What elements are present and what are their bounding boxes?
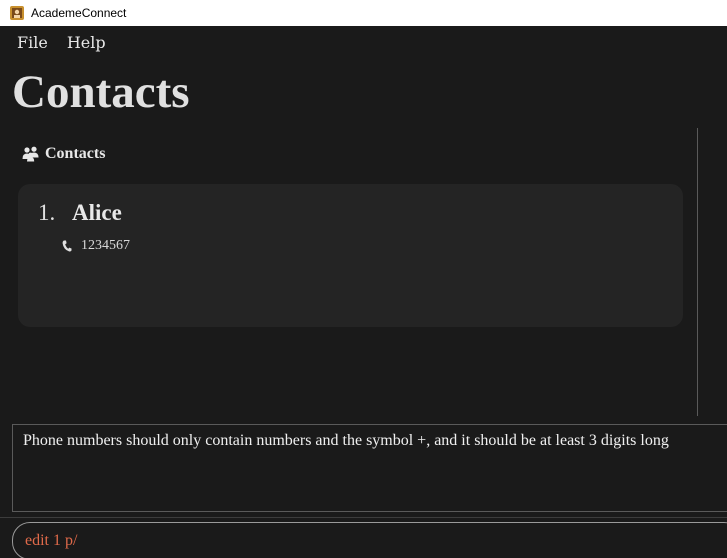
panel-divider [697,128,698,416]
contact-name: Alice [72,200,122,225]
result-display: Phone numbers should only contain number… [12,424,727,512]
contact-index: 1. [38,200,56,225]
contacts-panel-header: Contacts [22,142,105,166]
people-icon [22,146,39,162]
command-divider [0,517,727,518]
command-input[interactable] [25,532,727,550]
window-title: AcademeConnect [31,6,127,20]
result-message: Phone numbers should only contain number… [23,432,669,449]
phone-icon [62,240,72,252]
page-title: Contacts [12,66,190,118]
contact-card[interactable]: 1. Alice 1234567 [18,184,683,327]
contact-phone: 1234567 [81,238,130,253]
command-box[interactable] [12,522,727,558]
menu-file[interactable]: File [17,33,48,52]
contact-phone-row: 1234567 [62,238,130,254]
title-bar: AcademeConnect [0,0,727,26]
menu-bar: File Help [0,26,727,58]
app-icon [10,6,24,20]
menu-help[interactable]: Help [67,33,106,52]
contacts-panel-label: Contacts [45,145,106,162]
